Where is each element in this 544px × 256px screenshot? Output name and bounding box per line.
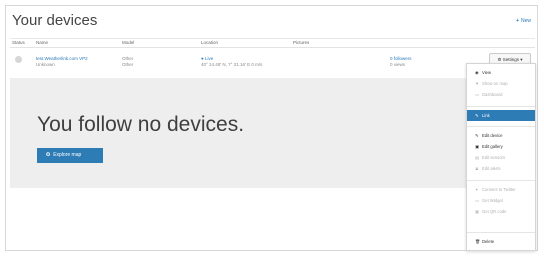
menu-item-get-qr-code[interactable]: ▦ Get QR code [467,206,535,217]
eye-icon: ◉ [475,70,479,75]
views-count: 0 views [390,62,406,67]
caret-down-icon: ▾ [520,57,523,62]
settings-menu: ◉ View ▼ Show on map ▭ Dashboard ✎ Link ✎ Edi… [466,63,536,251]
device-name-link[interactable]: test.Weatherlink.com VP2 [36,56,88,61]
twitter-icon: ✦ [475,187,479,192]
menu-item-label: Get QR code [482,209,507,214]
menu-item-delete[interactable]: 🗑 Delete [467,236,535,247]
device-model: Other [122,56,134,61]
menu-item-show-on-map[interactable]: ▼ Show on map [467,78,535,89]
widget-icon: ▭ [475,198,479,203]
devices-page: Your devices + New Status Name Model Loca… [5,5,538,251]
device-model-sub: Other [122,62,134,67]
table-row: test.Weatherlink.com VP2 Unknown Other O… [10,48,535,76]
device-name-sub: Unknown [36,62,55,67]
bell-icon: ♟ [475,166,479,171]
table-header: Status Name Model Location Pictures [10,38,535,48]
menu-divider [467,126,535,127]
location-live[interactable]: ● Live [201,56,213,61]
followers-link[interactable]: 0 followers [390,56,412,61]
menu-item-edit-device[interactable]: ✎ Edit device [467,130,535,141]
qr-code-icon: ▦ [475,209,479,214]
map-pin-icon: ● [201,56,204,61]
menu-item-label: Link [482,113,490,118]
column-name[interactable]: Name [36,40,48,45]
explore-map-button[interactable]: ✪ Explore map [37,148,103,163]
menu-item-label: Edit device [482,133,503,138]
menu-item-label: Edit sensors [482,155,506,160]
plus-icon: + [516,18,519,24]
empty-message: You follow no devices. [37,113,245,136]
column-model[interactable]: Model [122,40,134,45]
menu-item-link[interactable]: ✎ Link [467,110,535,121]
map-marker-icon: ▼ [475,81,480,86]
new-label: New [520,18,531,24]
column-location[interactable]: Location [201,40,218,45]
menu-divider [467,106,535,107]
menu-item-connect-twitter[interactable]: ✦ Connect to Twitter [467,184,535,195]
menu-item-dashboard[interactable]: ▭ Dashboard [467,89,535,100]
menu-divider [467,232,535,233]
image-icon: ▣ [475,144,479,149]
pencil-icon: ✎ [475,133,479,138]
link-icon: ✎ [475,113,479,118]
compass-icon: ✪ [46,152,51,158]
column-status[interactable]: Status [12,40,25,45]
new-device-button[interactable]: + New [516,18,531,24]
menu-item-edit-alerts[interactable]: ♟ Edit alerts [467,163,535,174]
trash-icon: 🗑 [475,239,481,244]
empty-state-panel: You follow no devices. ✪ Explore map [10,78,535,188]
location-coords: 40° 14.48' N, 7° 21.16' E 0 m/s [201,62,263,67]
menu-item-view[interactable]: ◉ View [467,67,535,78]
status-indicator [15,56,22,63]
page-title: Your devices [12,12,98,29]
location-label: Live [204,56,214,61]
menu-item-label: Dashboard [482,92,503,97]
menu-item-label: Edit alerts [482,166,501,171]
menu-item-label: Edit gallery [482,144,503,149]
menu-item-edit-sensors[interactable]: ▤ Edit sensors [467,152,535,163]
menu-divider [467,180,535,181]
menu-item-label: Get Widget [482,198,503,203]
sensor-icon: ▤ [475,155,479,160]
menu-item-label: Connect to Twitter [482,187,516,192]
settings-label: Settings [502,57,520,62]
menu-item-label: Delete [482,239,495,244]
column-pictures[interactable]: Pictures [293,40,309,45]
menu-item-label: View [482,70,492,75]
menu-item-get-widget[interactable]: ▭ Get Widget [467,195,535,206]
menu-item-edit-gallery[interactable]: ▣ Edit gallery [467,141,535,152]
explore-label: Explore map [53,152,82,158]
dashboard-icon: ▭ [475,92,479,97]
gear-icon: ⚙ [497,57,502,62]
menu-item-label: Show on map [482,81,508,86]
